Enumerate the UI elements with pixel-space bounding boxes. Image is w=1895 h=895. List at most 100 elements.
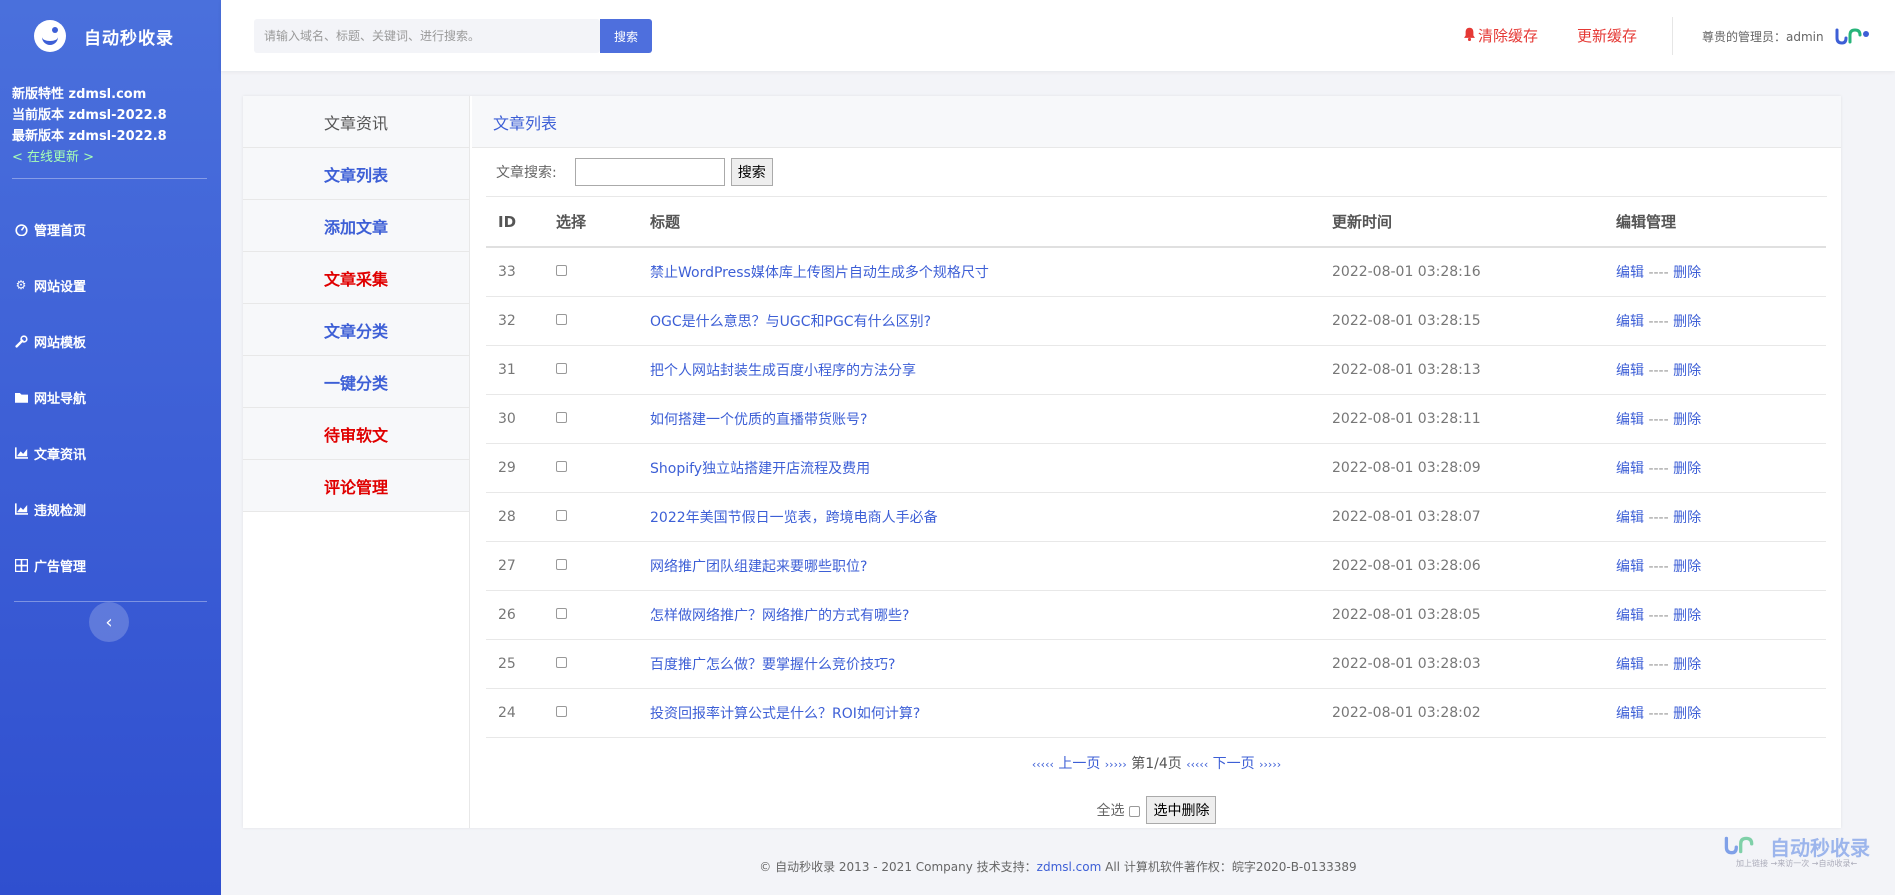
article-title-link[interactable]: Shopify独立站搭建开店流程及费用 — [650, 461, 870, 477]
row-title: 把个人网站封装生成百度小程序的方法分享 — [638, 345, 1320, 395]
article-title-link[interactable]: 把个人网站封装生成百度小程序的方法分享 — [650, 363, 916, 379]
op-separator: ---- — [1648, 313, 1669, 330]
edit-link[interactable]: 编辑 — [1616, 265, 1644, 281]
row-title: 2022年美国节假日一览表，跨境电商人手必备 — [638, 492, 1320, 542]
op-separator: ---- — [1648, 362, 1669, 379]
edit-link[interactable]: 编辑 — [1616, 461, 1644, 477]
article-title-link[interactable]: 怎样做网络推广？网络推广的方式有哪些? — [650, 608, 909, 624]
delete-link[interactable]: 删除 — [1673, 461, 1701, 477]
next-page-link[interactable]: 下一页 — [1213, 756, 1255, 772]
row-checkbox[interactable] — [556, 313, 567, 325]
row-checkbox[interactable] — [556, 411, 567, 423]
row-checkbox[interactable] — [556, 509, 567, 521]
row-checkbox[interactable] — [556, 705, 567, 717]
column-header-select: 选择 — [544, 197, 638, 248]
delete-selected-button[interactable]: 选中删除 — [1146, 796, 1217, 824]
op-separator: ---- — [1648, 509, 1669, 526]
article-search-button[interactable]: 搜索 — [730, 158, 773, 186]
sidebar-item-violation-check[interactable]: 违规检测 — [0, 481, 221, 537]
delete-link[interactable]: 删除 — [1673, 706, 1701, 722]
online-update-link[interactable]: < 在线更新 > — [12, 147, 221, 168]
row-checkbox[interactable] — [556, 460, 567, 472]
sidebar-item-templates[interactable]: 网站模板 — [0, 313, 221, 369]
row-title: Shopify独立站搭建开店流程及费用 — [638, 443, 1320, 493]
row-checkbox[interactable] — [556, 656, 567, 668]
sidebar-item-articles[interactable]: 文章资讯 — [0, 425, 221, 481]
edit-link[interactable]: 编辑 — [1616, 657, 1644, 673]
subnav-item-article-collect[interactable]: 文章采集 — [243, 252, 469, 304]
sidebar-item-site-settings[interactable]: ⚙ 网站设置 — [0, 257, 221, 313]
footer-license: All 计算机软件著作权：皖字2020-B-0133389 — [1101, 860, 1357, 874]
row-id: 24 — [486, 688, 544, 738]
edit-link[interactable]: 编辑 — [1616, 559, 1644, 575]
article-list-main: 文章列表 文章搜索: 搜索 ID 选择 标题 更新时间 编辑管理 33 禁止Wor… — [472, 96, 1841, 828]
brand-name: 自动秒收录 — [84, 28, 174, 49]
subnav-header: 文章资讯 — [243, 96, 469, 148]
subnav-item-comment-management[interactable]: 评论管理 — [243, 460, 469, 512]
sidebar-item-dashboard[interactable]: 管理首页 — [0, 201, 221, 257]
clear-cache-label: 清除缓存 — [1478, 27, 1539, 45]
sidebar-item-url-nav[interactable]: 网址导航 — [0, 369, 221, 425]
subnav-item-article-list[interactable]: 文章列表 — [243, 148, 469, 200]
article-title-link[interactable]: OGC是什么意思？与UGC和PGC有什么区别? — [650, 314, 931, 330]
article-title-link[interactable]: 百度推广怎么做？要掌握什么竞价技巧? — [650, 657, 895, 673]
subnav-item-article-category[interactable]: 文章分类 — [243, 304, 469, 356]
version-feature: 新版特性 zdmsl.com — [12, 87, 147, 102]
delete-link[interactable]: 删除 — [1673, 314, 1701, 330]
article-subnav: 文章资讯 文章列表 添加文章 文章采集 文章分类 一键分类 待审软文 评论管理 — [243, 96, 470, 828]
delete-link[interactable]: 删除 — [1673, 657, 1701, 673]
brand[interactable]: 自动秒收录 — [0, 0, 221, 72]
delete-link[interactable]: 删除 — [1673, 510, 1701, 526]
article-title-link[interactable]: 网络推广团队组建起来要哪些职位? — [650, 559, 867, 575]
row-checkbox[interactable] — [556, 558, 567, 570]
refresh-cache-button[interactable]: 更新缓存 — [1577, 25, 1637, 46]
row-checkbox[interactable] — [556, 362, 567, 374]
brand-logo-icon — [34, 20, 66, 52]
edit-link[interactable]: 编辑 — [1616, 363, 1644, 379]
search-input[interactable] — [254, 19, 600, 53]
subnav-item-one-click-classify[interactable]: 一键分类 — [243, 356, 469, 408]
op-separator: ---- — [1648, 411, 1669, 428]
op-separator: ---- — [1648, 705, 1669, 722]
row-checkbox[interactable] — [556, 264, 567, 276]
row-operations: 编辑 ---- 删除 — [1604, 443, 1826, 493]
clear-cache-button[interactable]: 清除缓存 — [1463, 25, 1538, 46]
edit-link[interactable]: 编辑 — [1616, 510, 1644, 526]
subnav-item-pending-articles[interactable]: 待审软文 — [243, 408, 469, 460]
delete-link[interactable]: 删除 — [1673, 608, 1701, 624]
article-title-link[interactable]: 2022年美国节假日一览表，跨境电商人手必备 — [650, 510, 938, 526]
delete-link[interactable]: 删除 — [1673, 363, 1701, 379]
row-time: 2022-08-01 03:28:15 — [1320, 296, 1604, 346]
article-search-input[interactable] — [574, 158, 725, 186]
row-operations: 编辑 ---- 删除 — [1604, 590, 1826, 640]
article-title-link[interactable]: 禁止WordPress媒体库上传图片自动生成多个规格尺寸 — [650, 265, 989, 281]
row-id: 33 — [486, 247, 544, 297]
sidebar-item-ads[interactable]: 广告管理 — [0, 537, 221, 593]
select-all-checkbox[interactable] — [1129, 805, 1140, 817]
edit-link[interactable]: 编辑 — [1616, 706, 1644, 722]
delete-link[interactable]: 删除 — [1673, 412, 1701, 428]
row-id: 29 — [486, 443, 544, 493]
article-title-link[interactable]: 投资回报率计算公式是什么？ROI如何计算? — [650, 706, 920, 722]
chart-icon — [14, 502, 28, 516]
watermark: 自动秒收录 加上链接 →来访一次 →自动收录← — [1722, 832, 1882, 874]
search-button[interactable]: 搜索 — [600, 19, 652, 53]
edit-link[interactable]: 编辑 — [1616, 608, 1644, 624]
sidebar-nav: 管理首页 ⚙ 网站设置 网站模板 网址导航 文章资讯 违规检测 广告管理 — [0, 201, 221, 593]
article-title-link[interactable]: 如何搭建一个优质的直播带货账号? — [650, 412, 867, 428]
subnav-item-add-article[interactable]: 添加文章 — [243, 200, 469, 252]
bell-icon — [1463, 27, 1476, 45]
prev-page-link[interactable]: 上一页 — [1058, 756, 1100, 772]
row-time: 2022-08-01 03:28:05 — [1320, 590, 1604, 640]
collapse-sidebar-button[interactable]: ‹ — [89, 602, 129, 642]
table-row: 24 投资回报率计算公式是什么？ROI如何计算? 2022-08-01 03:28:… — [486, 688, 1826, 738]
edit-link[interactable]: 编辑 — [1616, 314, 1644, 330]
table-row: 26 怎样做网络推广？网络推广的方式有哪些? 2022-08-01 03:28:05… — [486, 590, 1826, 640]
row-checkbox[interactable] — [556, 607, 567, 619]
delete-link[interactable]: 删除 — [1673, 559, 1701, 575]
edit-link[interactable]: 编辑 — [1616, 412, 1644, 428]
admin-logo-icon[interactable] — [1833, 26, 1873, 46]
footer-link[interactable]: zdmsl.com — [1037, 860, 1102, 874]
footer: © 自动秒收录 2013 - 2021 Company 技术支持：zdmsl.c… — [221, 858, 1895, 875]
delete-link[interactable]: 删除 — [1673, 265, 1701, 281]
